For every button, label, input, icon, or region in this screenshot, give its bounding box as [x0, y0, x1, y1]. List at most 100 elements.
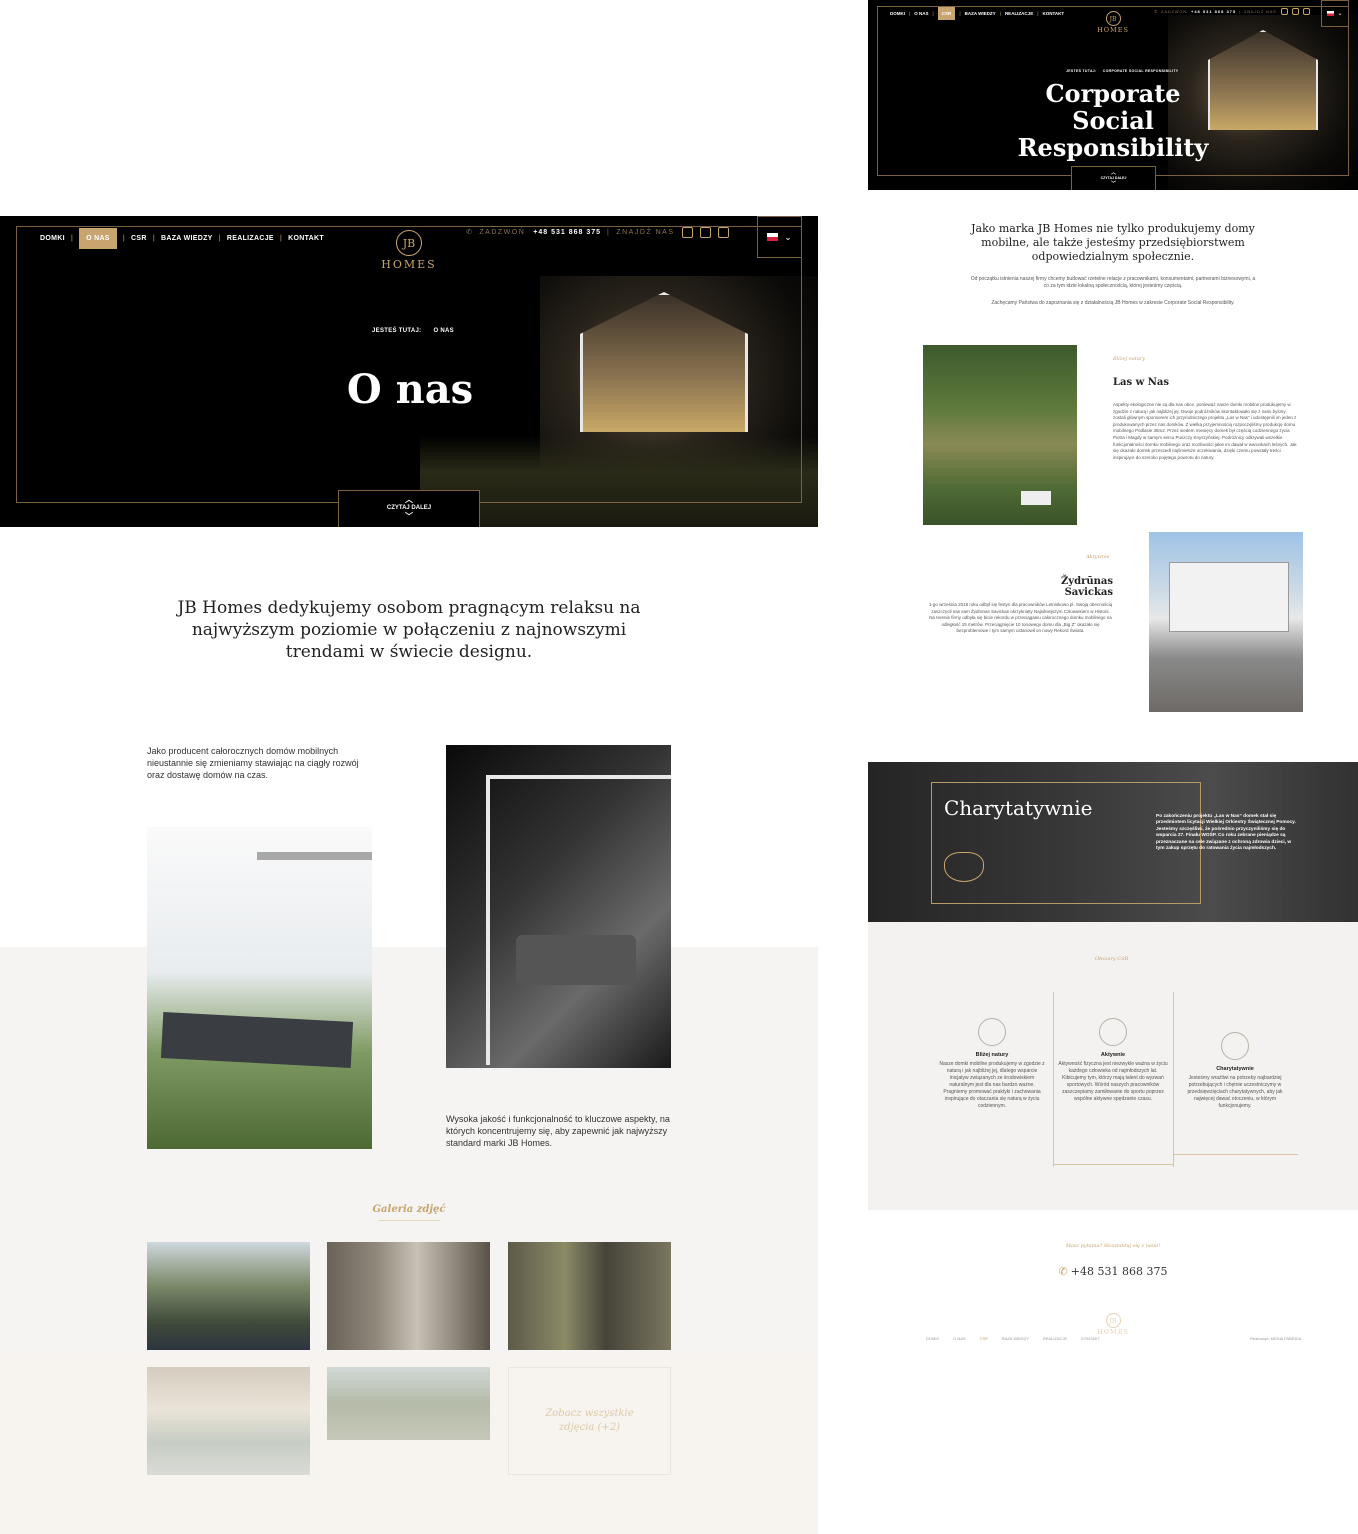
house-window-photo [446, 745, 671, 1068]
values-divider-2 [1173, 992, 1174, 1167]
gallery-photo-1[interactable] [147, 1242, 310, 1350]
value-nature: Bliżej natury Nasze domki mobilne produk… [938, 1018, 1046, 1110]
read-more-button[interactable]: ︿ CZYTAJ DALEJ ﹀ [338, 490, 480, 527]
csr-nav-item-realizacje[interactable]: REALIZACJE [1005, 11, 1033, 16]
instagram-icon[interactable] [717, 226, 729, 238]
nav-item-kontakt[interactable]: KONTAKT [288, 235, 324, 242]
savickas-photo [1149, 532, 1303, 712]
gallery-photo-2[interactable] [327, 1242, 490, 1350]
footer-credit[interactable]: Realizacja: MEDIA FABRICA [1250, 1336, 1301, 1341]
section-2-text: 1-go września 2018 roku odbył się festyn… [928, 602, 1113, 634]
footer-nav-baza-wiedzy[interactable]: BAZA WIEDZY [1002, 1336, 1029, 1341]
window-light-frame [486, 775, 671, 1065]
csr-values: Obszary CSR Bliżej natury Nasze domki mo… [868, 922, 1358, 1210]
csr-intro-2: Zachęcamy Państwa do zapoznania się z dz… [991, 300, 1235, 306]
csr-nav-item-o-nas[interactable]: O NAS [914, 11, 928, 16]
facebook-icon[interactable] [681, 226, 693, 238]
value-nature-text: Nasze domki mobilne produkujemy w zgodzi… [939, 1061, 1045, 1109]
value-charity-text: Jesteśmy wrażliwi na potrzeby najbardzie… [1187, 1075, 1283, 1109]
csr-call-label: ZADZWOŃ [1161, 9, 1187, 14]
csr-breadcrumb-current[interactable]: CORPORATE SOCIAL RESPONSIBILITY [1103, 69, 1179, 73]
csr-chevron-down-icon: ⌄ [1337, 11, 1343, 17]
breadcrumb-label: JESTEŚ TUTAJ: [372, 328, 422, 334]
value-active-text: Aktywność fizyczna jest niezwykle ważna … [1058, 1061, 1168, 1102]
crane-arm [257, 852, 372, 860]
footer-phone-row[interactable]: ✆ +48 531 868 375 [1038, 1265, 1188, 1278]
footer-nav: DOMKI O NAS CSR BAZA WIEDZY REALIZACJE K… [926, 1336, 1114, 1341]
breadcrumb: JESTEŚ TUTAJ: O NAS [372, 328, 454, 334]
values-divider-1 [1053, 992, 1054, 1167]
gallery-more-button[interactable]: Zobacz wszystkie zdjęcia (+2) [508, 1367, 671, 1475]
about-paragraph-2: Wysoka jakość i funkcjonalność to kluczo… [446, 1114, 670, 1148]
section-1-text: Aspekty ekologiczne nie są dla nas obce,… [1113, 402, 1297, 460]
value-active: Aktywnie Aktywność fizyczna jest niezwyk… [1058, 1018, 1168, 1103]
about-content: JB Homes dedykujemy osobom pragnącym rel… [0, 527, 818, 1534]
las-w-nas-photo [923, 345, 1077, 525]
csr-facebook-icon[interactable] [1280, 8, 1288, 15]
csr-nav-item-domki[interactable]: DOMKI [890, 11, 905, 16]
nav-item-realizacje[interactable]: REALIZACJE [227, 235, 274, 242]
nav-item-csr[interactable]: CSR [131, 235, 147, 242]
handshake-icon [944, 852, 984, 882]
forest-house-shape [1021, 491, 1051, 505]
footer-nav-realizacje[interactable]: REALIZACJE [1043, 1336, 1067, 1341]
about-hero: DOMKI | O NAS | CSR | BAZA WIEDZY | REALIZAC… [0, 216, 818, 527]
section-2-title: Žydrūnas Savickas [1060, 576, 1113, 598]
csr-instagram-icon[interactable] [1302, 8, 1310, 15]
footer-nav-domki[interactable]: DOMKI [926, 1336, 939, 1341]
csr-hero: DOMKI | O NAS | CSR | BAZA WIEDZY | REALIZAC… [868, 0, 1358, 190]
people-icon [1221, 1032, 1249, 1060]
gallery-photo-3[interactable] [508, 1242, 671, 1350]
gallery-photo-4[interactable] [147, 1367, 310, 1475]
footer-phone-icon: ✆ [1058, 1266, 1068, 1278]
csr-logo[interactable]: JB HOMES [1095, 8, 1131, 34]
footer-nav-kontakt[interactable]: KONTAKT [1081, 1336, 1100, 1341]
gallery-more-label: Zobacz wszystkie zdjęcia (+2) [545, 1408, 634, 1433]
contact-bar: ✆ ZADZWOŃ +48 531 868 375 | ZNAJDŹ NAS [466, 226, 729, 238]
gallery-photo-5[interactable] [327, 1367, 490, 1440]
nav-item-domki[interactable]: DOMKI [40, 235, 65, 242]
csr-language-selector[interactable]: ⌄ [1321, 0, 1349, 27]
gallery-divider [378, 1220, 440, 1221]
csr-logo-mark: JB [1105, 11, 1121, 26]
value-active-title: Aktywnie [1100, 1052, 1126, 1058]
youtube-icon[interactable] [699, 226, 711, 238]
csr-logo-name: HOMES [1097, 26, 1129, 34]
language-selector[interactable]: ⌄ [757, 216, 802, 258]
csr-youtube-icon[interactable] [1291, 8, 1299, 15]
polish-flag-icon [767, 233, 779, 241]
footer-phone[interactable]: +48 531 868 375 [1071, 1265, 1168, 1278]
about-lead: JB Homes dedykujemy osobom pragnącym rel… [177, 598, 641, 662]
breadcrumb-current[interactable]: O NAS [433, 328, 454, 334]
csr-find-us-link[interactable]: ZNAJDŹ NAS [1244, 9, 1277, 14]
section-1-title: Las w Nas [1113, 377, 1169, 388]
about-paragraph-1: Jako producent całorocznych domów mobiln… [147, 746, 359, 780]
csr-header-phone[interactable]: +48 531 868 375 [1191, 9, 1236, 14]
charity-title: Charytatywnie [944, 796, 1093, 820]
csr-page-title: Corporate Social Responsibility [1017, 79, 1209, 162]
footer-logo[interactable]: JB HOMES [1095, 1310, 1131, 1336]
find-us-link[interactable]: ZNAJDŹ NAS [616, 229, 674, 236]
header-phone[interactable]: +48 531 868 375 [533, 229, 601, 236]
csr-polish-flag-icon [1327, 11, 1335, 16]
csr-phone-icon: ✆ [1154, 9, 1159, 14]
values-label: Obszary CSR [1095, 956, 1129, 962]
csr-read-more-button[interactable]: ︿ CZYTAJ DALEJ ﹀ [1071, 166, 1156, 190]
nav-item-o-nas[interactable]: O NAS [79, 227, 117, 249]
csr-nav-item-csr[interactable]: CSR [937, 6, 956, 20]
nav-item-baza-wiedzy[interactable]: BAZA WIEDZY [161, 235, 213, 242]
logo[interactable]: JB HOMES [378, 230, 440, 271]
csr-nav-item-kontakt[interactable]: KONTAKT [1042, 11, 1064, 16]
chevron-up-icon: ︿ [405, 495, 413, 504]
chevron-down-icon: ⌄ [784, 231, 792, 242]
logo-name: HOMES [381, 258, 437, 271]
crane-house-shape [160, 1012, 354, 1068]
csr-chevron-down-icon-2: ﹀ [1110, 181, 1116, 187]
csr-intro-1: Od początku istnienia naszej firmy chcem… [970, 276, 1256, 289]
csr-nav-item-baza-wiedzy[interactable]: BAZA WIEDZY [965, 11, 996, 16]
phone-icon: ✆ [466, 229, 474, 236]
footer-nav-o-nas[interactable]: O NAS [953, 1336, 965, 1341]
footer-nav-csr[interactable]: CSR [980, 1336, 988, 1341]
section-1-label: Bliżej natury [1113, 356, 1146, 362]
main-nav: DOMKI | O NAS | CSR | BAZA WIEDZY | REALIZAC… [40, 227, 324, 249]
